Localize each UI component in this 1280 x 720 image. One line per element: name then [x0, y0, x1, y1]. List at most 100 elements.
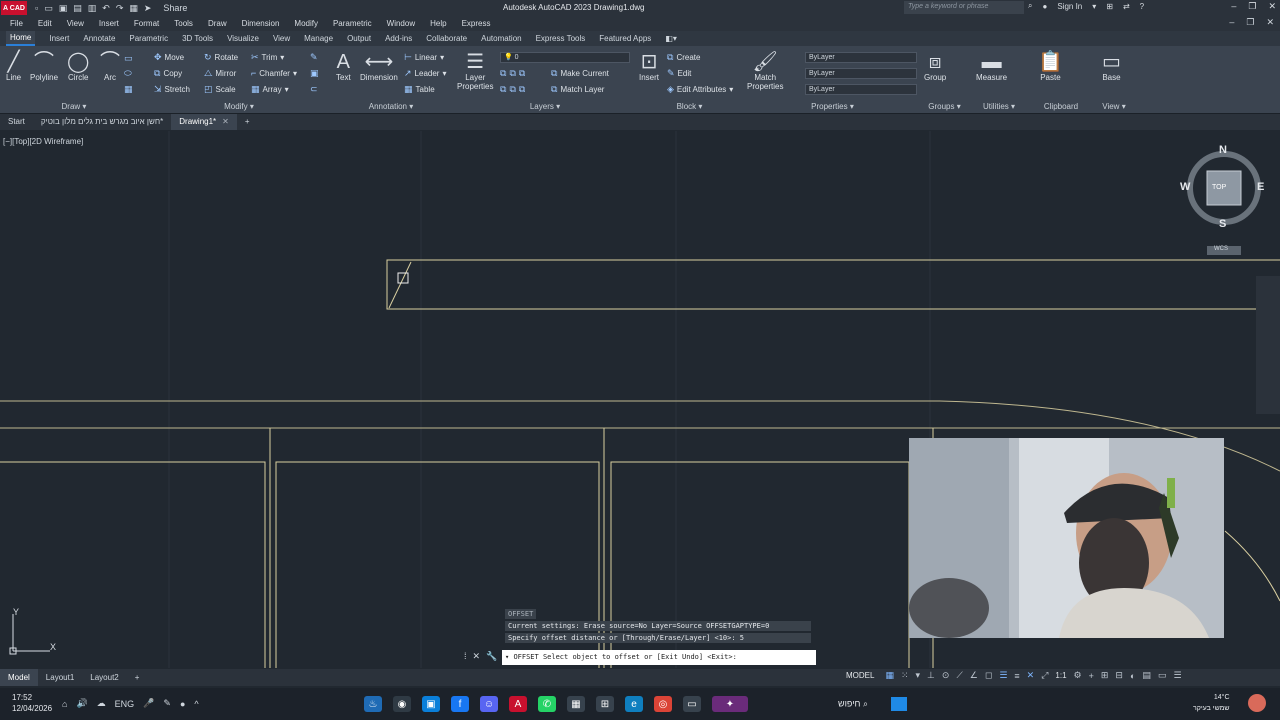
- menu-window[interactable]: Window: [387, 19, 415, 28]
- clock[interactable]: 17:52 12/04/2026: [12, 692, 52, 714]
- minimize-icon[interactable]: –: [1231, 1, 1236, 12]
- viewcube-top-face[interactable]: TOP: [1212, 184, 1226, 191]
- doc-minimize-icon[interactable]: –: [1229, 17, 1234, 28]
- redo-icon[interactable]: ↷: [116, 3, 124, 14]
- units-icon[interactable]: ⊞: [1101, 670, 1109, 681]
- tab-start[interactable]: Start: [0, 114, 33, 130]
- wcs-menu[interactable]: WCS: [1214, 246, 1228, 252]
- layer-properties-button[interactable]: ☰ Layer Properties: [457, 51, 493, 91]
- boundary-tool[interactable]: ▦: [124, 84, 133, 95]
- layer-iso-icon[interactable]: ⧉: [509, 68, 515, 79]
- help-icon[interactable]: ?: [1140, 2, 1144, 11]
- record-icon[interactable]: ●: [180, 699, 185, 709]
- compass-e[interactable]: E: [1257, 181, 1264, 193]
- start-button-icon[interactable]: [890, 697, 907, 711]
- edit-block-button[interactable]: ✎ Edit: [667, 68, 691, 79]
- exchange-icon[interactable]: ⇄: [1123, 2, 1130, 11]
- tab-visualize[interactable]: Visualize: [227, 34, 259, 43]
- transparency-icon[interactable]: ≡: [1014, 671, 1019, 681]
- layer-walk-icon[interactable]: ⧉: [519, 84, 525, 95]
- text-button[interactable]: A Text: [336, 51, 351, 82]
- compass-s[interactable]: S: [1219, 218, 1226, 230]
- ortho-icon[interactable]: ⊥: [927, 670, 935, 681]
- share-button[interactable]: Share: [163, 3, 187, 13]
- app-red-icon[interactable]: ◉: [393, 696, 411, 712]
- autocad-icon[interactable]: A: [509, 696, 527, 712]
- menu-draw[interactable]: Draw: [208, 19, 227, 28]
- steam-icon[interactable]: ♨: [364, 696, 382, 712]
- infer-icon[interactable]: ▾: [916, 670, 921, 681]
- trim-button[interactable]: ✂ Trim ▾: [251, 52, 284, 63]
- ribbon-toggle-icon[interactable]: ◧▾: [665, 34, 677, 43]
- doc-close-icon[interactable]: ✕: [1266, 17, 1274, 28]
- undo-icon[interactable]: ↶: [102, 3, 110, 14]
- copy-button[interactable]: ⧉ Copy: [154, 68, 182, 79]
- lineweight-dropdown[interactable]: ByLayer: [805, 84, 917, 95]
- close-command-icon[interactable]: ✕: [473, 651, 481, 662]
- layer-off-icon[interactable]: ⧉: [500, 68, 506, 79]
- plot-icon[interactable]: ▥: [88, 3, 97, 14]
- tab-drawing1[interactable]: Drawing1* ✕: [171, 114, 237, 130]
- tab-collaborate[interactable]: Collaborate: [426, 34, 467, 43]
- rotate-button[interactable]: ↻ Rotate: [204, 52, 238, 63]
- table-button[interactable]: ▦ Table: [404, 84, 435, 95]
- grid-icon[interactable]: ▦: [885, 670, 894, 681]
- line-button[interactable]: ╱ Line: [6, 51, 21, 82]
- clipboard-panel-title[interactable]: Clipboard: [1030, 102, 1092, 111]
- clean-screen-icon[interactable]: ▭: [1158, 670, 1167, 681]
- move-button[interactable]: ✥ Move: [154, 52, 184, 63]
- layer-lock-icon[interactable]: ⧉: [500, 84, 506, 95]
- scale-value[interactable]: 1:1: [1055, 671, 1066, 680]
- model-space-toggle[interactable]: MODEL: [846, 671, 874, 680]
- create-block-button[interactable]: ⧉ Create: [667, 52, 700, 63]
- menu-modify[interactable]: Modify: [294, 19, 318, 28]
- user-icon[interactable]: ●: [1042, 2, 1047, 11]
- insert-block-button[interactable]: ⊡ Insert: [639, 51, 659, 82]
- app-purple-icon[interactable]: ✦: [712, 696, 748, 712]
- linetype-dropdown[interactable]: ByLayer: [805, 68, 917, 79]
- nav-bar[interactable]: [1256, 276, 1280, 414]
- edit-attributes-button[interactable]: ◈ Edit Attributes ▾: [667, 84, 733, 95]
- polar-icon[interactable]: ⊙: [942, 670, 950, 681]
- explorer-icon[interactable]: ▭: [683, 696, 701, 712]
- open-icon[interactable]: ▭: [44, 3, 53, 14]
- tab-automation[interactable]: Automation: [481, 34, 521, 43]
- offset-button[interactable]: ⊂: [310, 84, 318, 95]
- properties-panel-title[interactable]: Properties ▾: [745, 102, 920, 111]
- save-as-icon[interactable]: ▤: [73, 3, 82, 14]
- annotation-panel-title[interactable]: Annotation ▾: [330, 102, 452, 111]
- layers-panel-title[interactable]: Layers ▾: [455, 102, 635, 111]
- taskbar-search[interactable]: חיפוש ⌕: [838, 697, 907, 711]
- isolate-icon[interactable]: ◐: [1130, 671, 1135, 681]
- match-properties-button[interactable]: 🖌 Match Properties: [747, 51, 783, 91]
- discord-icon[interactable]: ☺: [480, 696, 498, 712]
- tab-file-hebrew[interactable]: חשן איוב מגרש בית גלים מלון בוטיק*: [33, 114, 171, 130]
- rectangle-tool[interactable]: ▭: [124, 53, 133, 64]
- tab-add-ins[interactable]: Add-ins: [385, 34, 412, 43]
- cart-icon[interactable]: ⊞: [1106, 2, 1113, 11]
- block-panel-title[interactable]: Block ▾: [637, 102, 742, 111]
- tab-home[interactable]: Home: [6, 31, 36, 46]
- circle-button[interactable]: ◯ Circle: [67, 51, 89, 82]
- compass-n[interactable]: N: [1219, 144, 1227, 156]
- paste-button[interactable]: 📋 Paste: [1038, 51, 1063, 82]
- leader-button[interactable]: ↗ Leader ▾: [404, 68, 446, 79]
- help-search-input[interactable]: Type a keyword or phrase: [904, 1, 1024, 14]
- color-dropdown[interactable]: ByLayer: [805, 52, 917, 63]
- settings-gear-icon[interactable]: ⚙: [1074, 670, 1082, 681]
- command-input[interactable]: ▾ OFFSET Select object to offset or [Exi…: [502, 650, 816, 665]
- input-language[interactable]: ENG: [115, 699, 135, 709]
- array-button[interactable]: ▦ Array ▾: [251, 84, 289, 95]
- tab-model[interactable]: Model: [0, 669, 38, 686]
- tab-express-tools[interactable]: Express Tools: [536, 34, 586, 43]
- isodraft-icon[interactable]: ⟋: [956, 670, 962, 681]
- osnap-track-icon[interactable]: ∠: [970, 670, 978, 681]
- save-icon[interactable]: ▣: [59, 3, 68, 14]
- doc-restore-icon[interactable]: ❐: [1246, 17, 1254, 28]
- tab-manage[interactable]: Manage: [304, 34, 333, 43]
- customize-icon[interactable]: 🔧: [486, 651, 497, 662]
- volume-icon[interactable]: 🔊: [76, 698, 87, 709]
- scale-button[interactable]: ◰ Scale: [204, 84, 236, 95]
- pen-icon[interactable]: ✎: [163, 698, 171, 709]
- hardware-accel-icon[interactable]: ▤: [1142, 670, 1151, 681]
